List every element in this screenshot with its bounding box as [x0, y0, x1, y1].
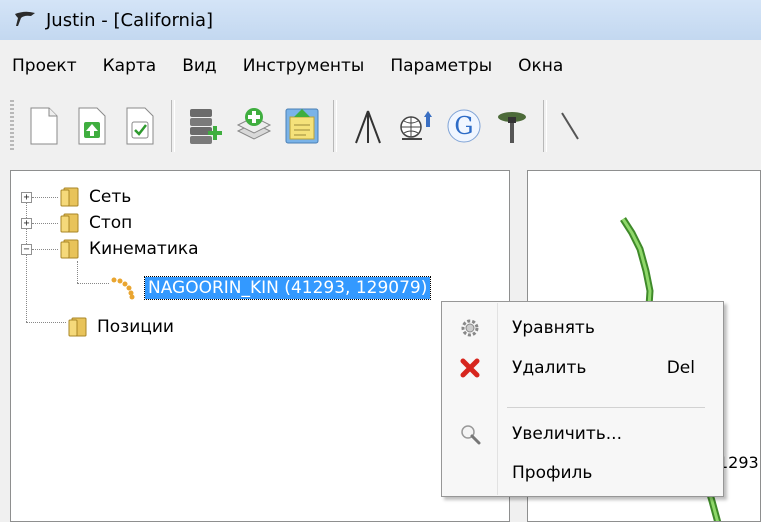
app-logo-icon: [15, 11, 35, 26]
expand-toggle[interactable]: +: [21, 192, 32, 203]
tree-line: [77, 261, 78, 283]
new-document-icon: [30, 107, 58, 145]
menu-separator: [507, 407, 705, 408]
window-title: Justin - [California]: [46, 9, 214, 31]
database-add-button[interactable]: [184, 100, 228, 152]
delete-menu-item[interactable]: Удалить Del: [442, 350, 723, 386]
import-data-button[interactable]: [280, 100, 324, 152]
toolbar: G: [0, 92, 761, 160]
adjust-menu-item[interactable]: Уравнять: [442, 310, 723, 346]
line-tool-icon: [561, 112, 579, 140]
menu-item-label: Удалить: [512, 358, 587, 378]
project-tree-panel[interactable]: + + − Сеть Стоп Кинематика NAGOORIN_KIN …: [10, 170, 510, 522]
import-data-icon: [285, 108, 319, 144]
open-document-icon: [78, 107, 106, 145]
tree-item-positions[interactable]: Позиции: [67, 314, 174, 340]
check-document-button[interactable]: [118, 100, 162, 152]
trajectory-icon: [111, 277, 135, 300]
tree-item-label: Позиции: [97, 317, 174, 337]
menu-parameters[interactable]: Параметры: [378, 56, 506, 76]
tree-item-label: Сеть: [89, 187, 132, 207]
gps-receiver-button[interactable]: [490, 100, 534, 152]
gps-receiver-icon: [498, 112, 526, 143]
gear-icon: [461, 319, 479, 337]
toolbar-separator: [171, 100, 175, 152]
tripod-button[interactable]: [346, 100, 390, 152]
folder-icon: [60, 187, 79, 207]
google-icon: G: [447, 109, 481, 143]
tree-item-network[interactable]: Сеть: [59, 184, 131, 210]
tree-line: [77, 283, 109, 284]
tree-item-static[interactable]: Стоп: [59, 210, 132, 236]
line-tool-button[interactable]: [556, 100, 600, 152]
map-label: 1293: [718, 453, 759, 472]
globe-antenna-button[interactable]: [394, 100, 438, 152]
tree-item-label: Кинематика: [89, 239, 199, 259]
tree-line: [26, 322, 66, 323]
svg-text:G: G: [454, 112, 473, 140]
profile-menu-item[interactable]: Профиль: [442, 455, 723, 491]
folder-icon: [60, 239, 79, 259]
globe-antenna-icon: [400, 111, 432, 140]
menu-item-label: Профиль: [512, 463, 593, 483]
tree-line: [26, 197, 27, 322]
tree-item-kinematic[interactable]: Кинематика: [59, 236, 199, 262]
collapse-toggle[interactable]: −: [21, 244, 32, 255]
shortcut-label: Del: [666, 358, 695, 378]
delete-x-icon: [460, 358, 480, 378]
tripod-icon: [355, 110, 381, 144]
menu-windows[interactable]: Окна: [506, 56, 577, 76]
tree-line: [32, 223, 58, 224]
open-document-button[interactable]: [70, 100, 114, 152]
menu-view[interactable]: Вид: [170, 56, 230, 76]
tree-item-label: Стоп: [89, 213, 133, 233]
folder-icon: [60, 213, 79, 233]
expand-toggle[interactable]: +: [21, 218, 32, 229]
menu-bar: Проект Карта Вид Инструменты Параметры О…: [0, 46, 761, 86]
layer-add-button[interactable]: [232, 100, 276, 152]
menu-item-label: Увеличить...: [512, 424, 622, 444]
google-button[interactable]: G: [442, 100, 486, 152]
title-bar: Justin - [California]: [0, 0, 761, 40]
layer-add-icon: [236, 108, 272, 140]
database-add-icon: [190, 109, 222, 144]
tree-item-kinematic-track[interactable]: NAGOORIN_KIN (41293, 129079): [109, 275, 432, 301]
menu-tools[interactable]: Инструменты: [231, 56, 379, 76]
zoom-menu-item[interactable]: Увеличить...: [442, 416, 723, 452]
toolbar-separator: [543, 100, 547, 152]
menu-map[interactable]: Карта: [91, 56, 171, 76]
menu-project[interactable]: Проект: [0, 56, 91, 76]
toolbar-grip[interactable]: [10, 100, 14, 152]
context-menu: Уравнять Удалить Del Увеличить... Профил…: [441, 301, 724, 497]
tree-line: [32, 249, 58, 250]
folder-icon: [68, 317, 87, 337]
tree-item-label: NAGOORIN_KIN (41293, 129079): [143, 276, 432, 300]
check-document-icon: [126, 107, 154, 145]
toolbar-separator: [333, 100, 337, 152]
tree-line: [32, 197, 58, 198]
new-document-button[interactable]: [22, 100, 66, 152]
magnifier-icon: [461, 425, 481, 445]
menu-item-label: Уравнять: [512, 318, 595, 338]
